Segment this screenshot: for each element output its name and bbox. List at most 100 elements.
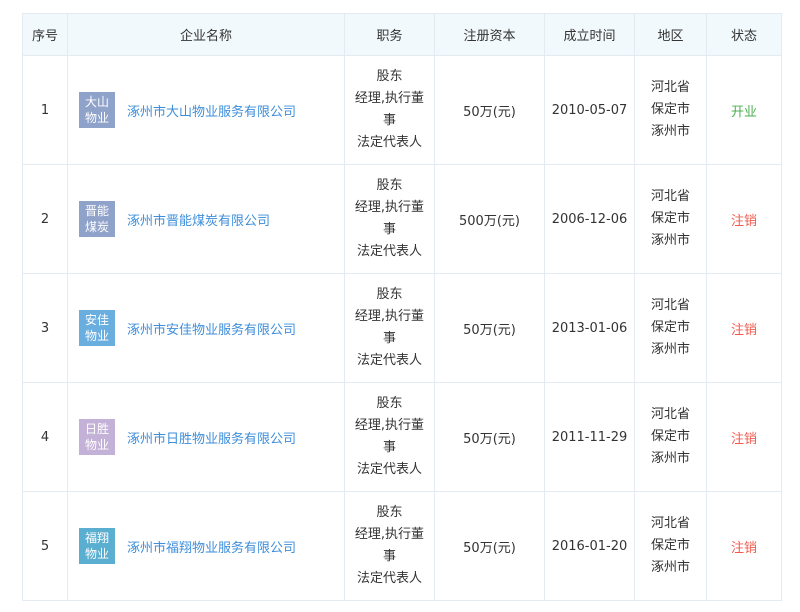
role-line: 事 (382, 549, 396, 564)
header-company-name: 企业名称 (67, 13, 345, 56)
company-cell: 福翔 物业 涿州市福翔物业服务有限公司 (67, 491, 345, 601)
role-line: 法定代表人 (356, 353, 422, 368)
company-cell: 日胜 物业 涿州市日胜物业服务有限公司 (67, 382, 345, 492)
role-line: 经理,执行董 (354, 527, 425, 542)
role-cell: 股东 经理,执行董 事 法定代表人 (344, 273, 435, 383)
region-line: 河北省 (650, 298, 690, 313)
role-line: 股东 (376, 178, 403, 193)
region-line: 保定市 (650, 538, 690, 553)
header-index: 序号 (22, 13, 68, 56)
region-line: 保定市 (650, 102, 690, 117)
table-row: 3 安佳 物业 涿州市安佳物业服务有限公司 股东 经理,执行董 事 法定代表人 … (22, 273, 782, 383)
row-index: 3 (22, 273, 68, 383)
company-logo[interactable]: 晋能 煤炭 (79, 201, 115, 237)
logo-text-line1: 安佳 (84, 313, 109, 327)
region-line: 涿州市 (650, 451, 690, 466)
company-logo[interactable]: 安佳 物业 (79, 310, 115, 346)
logo-text-line1: 大山 (84, 95, 109, 109)
table-row: 5 福翔 物业 涿州市福翔物业服务有限公司 股东 经理,执行董 事 法定代表人 … (22, 491, 782, 601)
role-cell: 股东 经理,执行董 事 法定代表人 (344, 382, 435, 492)
header-status: 状态 (706, 13, 782, 56)
logo-text-line2: 物业 (84, 438, 109, 452)
region-line: 涿州市 (650, 233, 690, 248)
role-line: 经理,执行董 (354, 91, 425, 106)
region-cell: 河北省 保定市 涿州市 (634, 382, 707, 492)
company-logo[interactable]: 大山 物业 (79, 92, 115, 128)
status-badge: 注销 (730, 431, 757, 447)
header-registered-capital: 注册资本 (434, 13, 545, 56)
company-table-container: 序号 企业名称 职务 注册资本 成立时间 地区 状态 1 大山 物业 涿州市大山… (22, 13, 782, 601)
company-table: 序号 企业名称 职务 注册资本 成立时间 地区 状态 1 大山 物业 涿州市大山… (22, 13, 782, 601)
company-name-link[interactable]: 涿州市日胜物业服务有限公司 (127, 428, 296, 447)
status-cell: 开业 (706, 55, 782, 165)
region-cell: 河北省 保定市 涿州市 (634, 55, 707, 165)
role-line: 股东 (376, 396, 403, 411)
founded-date: 2013-01-06 (544, 273, 635, 383)
company-cell: 安佳 物业 涿州市安佳物业服务有限公司 (67, 273, 345, 383)
region-line: 涿州市 (650, 124, 690, 139)
company-name-link[interactable]: 涿州市安佳物业服务有限公司 (127, 319, 296, 338)
role-line: 事 (382, 113, 396, 128)
founded-date: 2006-12-06 (544, 164, 635, 274)
region-line: 涿州市 (650, 560, 690, 575)
role-line: 事 (382, 440, 396, 455)
status-cell: 注销 (706, 382, 782, 492)
role-cell: 股东 经理,执行董 事 法定代表人 (344, 55, 435, 165)
company-name-link[interactable]: 涿州市晋能煤炭有限公司 (127, 210, 270, 229)
region-line: 河北省 (650, 407, 690, 422)
status-cell: 注销 (706, 273, 782, 383)
region-line: 河北省 (650, 80, 690, 95)
registered-capital: 50万(元) (434, 382, 545, 492)
region-cell: 河北省 保定市 涿州市 (634, 164, 707, 274)
logo-text-line1: 晋能 (84, 204, 109, 218)
header-founded-date: 成立时间 (544, 13, 635, 56)
logo-text-line2: 物业 (84, 547, 109, 561)
company-logo[interactable]: 日胜 物业 (79, 419, 115, 455)
table-header-row: 序号 企业名称 职务 注册资本 成立时间 地区 状态 (22, 13, 782, 56)
row-index: 4 (22, 382, 68, 492)
status-cell: 注销 (706, 164, 782, 274)
role-line: 事 (382, 331, 396, 346)
founded-date: 2010-05-07 (544, 55, 635, 165)
role-line: 法定代表人 (356, 571, 422, 586)
logo-text-line2: 物业 (84, 329, 109, 343)
role-line: 股东 (376, 69, 403, 84)
founded-date: 2016-01-20 (544, 491, 635, 601)
role-cell: 股东 经理,执行董 事 法定代表人 (344, 491, 435, 601)
logo-text-line2: 煤炭 (84, 220, 109, 234)
company-cell: 晋能 煤炭 涿州市晋能煤炭有限公司 (67, 164, 345, 274)
region-line: 河北省 (650, 516, 690, 531)
registered-capital: 500万(元) (434, 164, 545, 274)
region-cell: 河北省 保定市 涿州市 (634, 273, 707, 383)
registered-capital: 50万(元) (434, 55, 545, 165)
region-line: 涿州市 (650, 342, 690, 357)
region-line: 河北省 (650, 189, 690, 204)
row-index: 2 (22, 164, 68, 274)
registered-capital: 50万(元) (434, 273, 545, 383)
header-role: 职务 (344, 13, 435, 56)
role-line: 股东 (376, 505, 403, 520)
logo-text-line1: 日胜 (84, 422, 109, 436)
region-line: 保定市 (650, 429, 690, 444)
role-line: 股东 (376, 287, 403, 302)
company-name-link[interactable]: 涿州市大山物业服务有限公司 (127, 101, 296, 120)
role-line: 法定代表人 (356, 135, 422, 150)
status-badge: 开业 (730, 104, 757, 120)
header-region: 地区 (634, 13, 707, 56)
role-line: 事 (382, 222, 396, 237)
role-line: 法定代表人 (356, 462, 422, 477)
role-line: 法定代表人 (356, 244, 422, 259)
region-line: 保定市 (650, 320, 690, 335)
company-logo[interactable]: 福翔 物业 (79, 528, 115, 564)
registered-capital: 50万(元) (434, 491, 545, 601)
row-index: 5 (22, 491, 68, 601)
table-row: 4 日胜 物业 涿州市日胜物业服务有限公司 股东 经理,执行董 事 法定代表人 … (22, 382, 782, 492)
role-line: 经理,执行董 (354, 418, 425, 433)
status-badge: 注销 (730, 540, 757, 556)
table-row: 1 大山 物业 涿州市大山物业服务有限公司 股东 经理,执行董 事 法定代表人 … (22, 55, 782, 165)
company-name-link[interactable]: 涿州市福翔物业服务有限公司 (127, 537, 296, 556)
logo-text-line2: 物业 (84, 111, 109, 125)
status-badge: 注销 (730, 322, 757, 338)
founded-date: 2011-11-29 (544, 382, 635, 492)
logo-text-line1: 福翔 (84, 531, 109, 545)
